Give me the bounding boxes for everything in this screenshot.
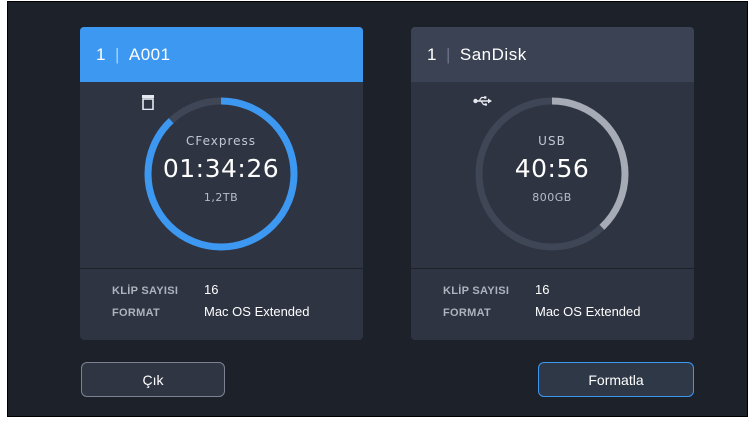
clip-count-row: KLİP SAYISI 16 xyxy=(443,282,641,304)
card-info: KLİP SAYISI 16 FORMAT Mac OS Extended xyxy=(443,282,641,326)
capacity-dial: USB 40:56 800GB xyxy=(473,95,631,253)
media-card-slot-sandisk[interactable]: 1 | SanDisk USB 40:56 800GB KLİP SAYISI … xyxy=(411,27,694,340)
slot-separator: | xyxy=(114,44,120,64)
capacity-label: 1,2TB xyxy=(203,191,239,204)
media-format-screen: 1 | A001 CFexpress 01:34:26 1,2TB KLİP S… xyxy=(7,1,748,417)
slot-number: 1 xyxy=(427,44,437,64)
media-name: A001 xyxy=(128,44,171,64)
card-divider xyxy=(80,268,363,269)
card-info: KLİP SAYISI 16 FORMAT Mac OS Extended xyxy=(112,282,310,326)
capacity-label: 800GB xyxy=(532,191,572,204)
media-type-label: USB xyxy=(538,134,566,148)
format-value: Mac OS Extended xyxy=(204,304,310,319)
media-type-label: CFexpress xyxy=(185,134,257,148)
format-label: FORMAT xyxy=(112,307,161,319)
format-button[interactable]: Formatla xyxy=(538,362,694,397)
slot-number: 1 xyxy=(96,44,106,64)
exit-button[interactable]: Çık xyxy=(81,362,225,397)
card-header: 1 | SanDisk xyxy=(411,27,694,82)
format-row: FORMAT Mac OS Extended xyxy=(112,304,310,326)
media-name: SanDisk xyxy=(459,44,527,64)
card-header: 1 | A001 xyxy=(80,27,363,82)
media-card-slot-a001[interactable]: 1 | A001 CFexpress 01:34:26 1,2TB KLİP S… xyxy=(80,27,363,340)
time-remaining: 01:34:26 xyxy=(162,154,280,183)
format-row: FORMAT Mac OS Extended xyxy=(443,304,641,326)
clip-count-value: 16 xyxy=(535,282,550,297)
clip-count-row: KLİP SAYISI 16 xyxy=(112,282,310,304)
clip-count-label: KLİP SAYISI xyxy=(443,285,510,297)
capacity-dial: CFexpress 01:34:26 1,2TB xyxy=(142,95,300,253)
clip-count-label: KLİP SAYISI xyxy=(112,285,179,297)
format-label: FORMAT xyxy=(443,307,492,319)
card-divider xyxy=(411,268,694,269)
slot-separator: | xyxy=(445,44,451,64)
clip-count-value: 16 xyxy=(204,282,219,297)
format-value: Mac OS Extended xyxy=(535,304,641,319)
time-remaining: 40:56 xyxy=(514,154,590,183)
